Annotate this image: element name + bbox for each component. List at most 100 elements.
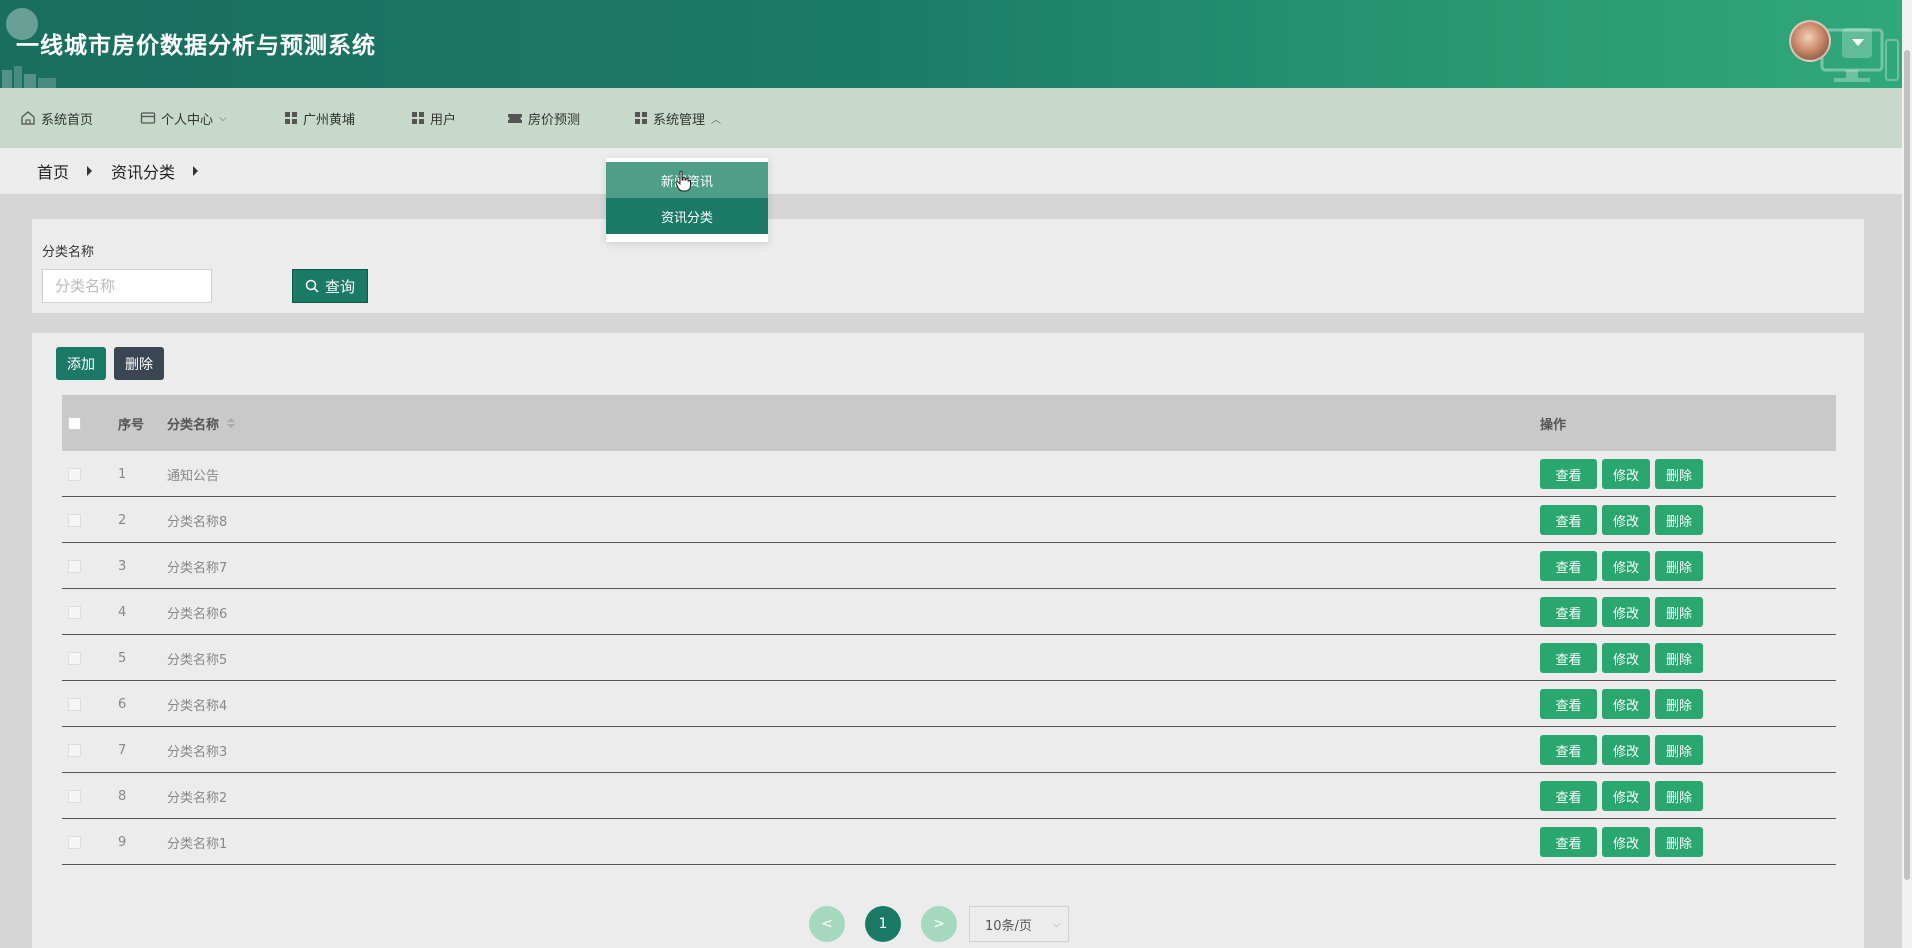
scrollbar-thumb[interactable] bbox=[1904, 50, 1910, 880]
table-panel: 添加 删除 序号 分类名称 操作 1 通知公告 查看 修改 删除 2 分类名称8 bbox=[32, 333, 1864, 948]
row-actions: 查看 修改 删除 bbox=[1540, 451, 1703, 497]
page-number-current[interactable]: 1 bbox=[865, 906, 901, 942]
row-checkbox[interactable] bbox=[68, 835, 81, 849]
dropdown-item-news-category[interactable]: 资讯分类 bbox=[606, 198, 768, 234]
edit-button[interactable]: 修改 bbox=[1602, 551, 1650, 581]
row-name: 分类名称2 bbox=[167, 790, 228, 806]
nav-item-label: 房价预测 bbox=[528, 112, 581, 128]
view-button[interactable]: 查看 bbox=[1540, 551, 1597, 581]
home-icon bbox=[21, 111, 35, 125]
add-button[interactable]: 添加 bbox=[56, 347, 106, 380]
row-checkbox-cell bbox=[68, 727, 81, 773]
nav-item-personal-center[interactable]: 个人中心 ⌵ bbox=[140, 88, 227, 148]
delete-button[interactable]: 删除 bbox=[1655, 459, 1703, 489]
batch-delete-button[interactable]: 删除 bbox=[114, 347, 164, 380]
row-actions: 查看 修改 删除 bbox=[1540, 819, 1703, 865]
row-name: 分类名称8 bbox=[167, 514, 228, 530]
app-header: 一线城市房价数据分析与预测系统 bbox=[0, 0, 1902, 88]
query-button[interactable]: 查询 bbox=[292, 269, 368, 303]
delete-button[interactable]: 删除 bbox=[1655, 551, 1703, 581]
view-button[interactable]: 查看 bbox=[1540, 781, 1597, 811]
user-menu-toggle[interactable] bbox=[1842, 28, 1872, 58]
table-row: 1 通知公告 查看 修改 删除 bbox=[62, 451, 1836, 497]
category-name-input[interactable] bbox=[42, 269, 212, 303]
delete-button[interactable]: 删除 bbox=[1655, 689, 1703, 719]
query-button-label: 查询 bbox=[324, 277, 355, 296]
row-index: 8 bbox=[118, 788, 127, 804]
edit-button[interactable]: 修改 bbox=[1602, 827, 1650, 857]
nav-item-home[interactable]: 系统首页 bbox=[20, 88, 93, 148]
ticket-icon bbox=[508, 114, 522, 123]
row-checkbox-cell bbox=[68, 635, 81, 681]
view-button[interactable]: 查看 bbox=[1540, 827, 1597, 857]
nav-item-price-prediction[interactable]: 房价预测 bbox=[507, 88, 580, 148]
hand-cursor-icon bbox=[675, 170, 691, 192]
view-button[interactable]: 查看 bbox=[1540, 735, 1597, 765]
view-button[interactable]: 查看 bbox=[1540, 459, 1597, 489]
nav-item-system-management[interactable]: 系统管理 ︿ bbox=[634, 88, 721, 148]
row-checkbox[interactable] bbox=[68, 789, 81, 803]
row-index: 5 bbox=[118, 650, 127, 666]
view-button[interactable]: 查看 bbox=[1540, 643, 1597, 673]
delete-button[interactable]: 删除 bbox=[1655, 643, 1703, 673]
row-checkbox[interactable] bbox=[68, 559, 81, 573]
edit-button[interactable]: 修改 bbox=[1602, 643, 1650, 673]
table-row: 5 分类名称5 查看 修改 删除 bbox=[62, 635, 1836, 681]
delete-button[interactable]: 删除 bbox=[1655, 505, 1703, 535]
row-index: 1 bbox=[118, 466, 127, 482]
delete-button[interactable]: 删除 bbox=[1655, 597, 1703, 627]
breadcrumb-home[interactable]: 首页 bbox=[37, 159, 69, 183]
select-all-checkbox[interactable] bbox=[68, 416, 81, 430]
page-scrollbar[interactable] bbox=[1902, 0, 1912, 948]
page-size-value: 10条/页 bbox=[985, 918, 1032, 934]
row-name: 分类名称6 bbox=[167, 606, 228, 622]
row-index: 3 bbox=[118, 558, 127, 574]
edit-button[interactable]: 修改 bbox=[1602, 689, 1650, 719]
row-checkbox[interactable] bbox=[68, 467, 81, 481]
nav-item-label: 系统管理 bbox=[653, 112, 706, 128]
user-avatar[interactable] bbox=[1789, 20, 1831, 62]
edit-button[interactable]: 修改 bbox=[1602, 735, 1650, 765]
row-name: 分类名称3 bbox=[167, 744, 228, 760]
row-actions: 查看 修改 删除 bbox=[1540, 635, 1703, 681]
view-button[interactable]: 查看 bbox=[1540, 505, 1597, 535]
row-index: 7 bbox=[118, 742, 127, 758]
edit-button[interactable]: 修改 bbox=[1602, 781, 1650, 811]
top-nav: 系统首页 个人中心 ⌵ 广州黄埔 用户 房价预测 系统管理 ︿ bbox=[0, 88, 1902, 148]
header-name[interactable]: 分类名称 bbox=[167, 395, 236, 451]
caret-right-icon bbox=[87, 166, 93, 176]
row-checkbox-cell bbox=[68, 451, 81, 497]
chevron-down-icon: ⌵ bbox=[219, 112, 227, 124]
row-checkbox[interactable] bbox=[68, 513, 81, 527]
prev-page-button[interactable]: < bbox=[809, 906, 845, 942]
row-checkbox[interactable] bbox=[68, 605, 81, 619]
row-checkbox-cell bbox=[68, 543, 81, 589]
row-name: 分类名称5 bbox=[167, 652, 228, 668]
row-name: 分类名称4 bbox=[167, 698, 228, 714]
nav-item-users[interactable]: 用户 bbox=[411, 88, 456, 148]
nav-item-guangzhou-huangpu[interactable]: 广州黄埔 bbox=[284, 88, 355, 148]
delete-button[interactable]: 删除 bbox=[1655, 781, 1703, 811]
caret-right-icon bbox=[193, 166, 199, 176]
header-ops: 操作 bbox=[1540, 417, 1567, 433]
edit-button[interactable]: 修改 bbox=[1602, 505, 1650, 535]
sort-icon[interactable] bbox=[227, 418, 236, 428]
delete-button[interactable]: 删除 bbox=[1655, 735, 1703, 765]
page-size-select[interactable]: 10条/页 ⌵ bbox=[969, 906, 1069, 942]
row-checkbox-cell bbox=[68, 497, 81, 543]
next-page-button[interactable]: > bbox=[921, 906, 957, 942]
row-index: 2 bbox=[118, 512, 127, 528]
grid-icon bbox=[635, 112, 647, 124]
view-button[interactable]: 查看 bbox=[1540, 689, 1597, 719]
edit-button[interactable]: 修改 bbox=[1602, 459, 1650, 489]
view-button[interactable]: 查看 bbox=[1540, 597, 1597, 627]
delete-button[interactable]: 删除 bbox=[1655, 827, 1703, 857]
edit-button[interactable]: 修改 bbox=[1602, 597, 1650, 627]
row-checkbox[interactable] bbox=[68, 743, 81, 757]
row-index: 6 bbox=[118, 696, 127, 712]
row-name: 分类名称1 bbox=[167, 836, 228, 852]
row-checkbox[interactable] bbox=[68, 651, 81, 665]
breadcrumb: 首页 资讯分类 bbox=[0, 148, 1902, 194]
row-checkbox[interactable] bbox=[68, 697, 81, 711]
grid-icon bbox=[412, 112, 424, 124]
